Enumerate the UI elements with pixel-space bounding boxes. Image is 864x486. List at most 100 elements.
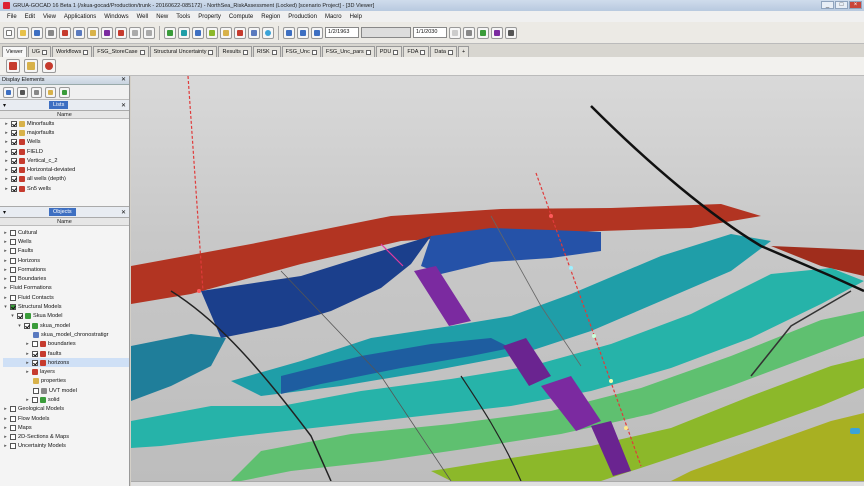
expand-icon[interactable]: ▸ xyxy=(3,295,8,301)
tab-fsg-storecase[interactable]: FSG_StoreCase xyxy=(93,46,149,57)
lists-menu-icon[interactable]: ▾ xyxy=(3,102,6,109)
list-item[interactable]: ▸ all wells (depth) xyxy=(4,175,129,184)
tree-item-wells[interactable]: ▸ Wells xyxy=(3,237,129,246)
tab-checkbox[interactable] xyxy=(393,49,399,55)
menu-well[interactable]: Well xyxy=(133,14,153,20)
tab-pdu[interactable]: PDU xyxy=(375,46,403,57)
checkbox[interactable] xyxy=(10,294,16,301)
expand-icon[interactable]: ▸ xyxy=(3,258,8,264)
checkbox[interactable] xyxy=(10,248,16,255)
collapse-icon[interactable]: ▾ xyxy=(10,313,15,319)
expand-icon[interactable]: ▸ xyxy=(4,139,9,145)
menu-macro[interactable]: Macro xyxy=(321,14,346,20)
list-item[interactable]: ▸ Vertical_c_2 xyxy=(4,156,129,165)
expand-icon[interactable]: ▸ xyxy=(3,425,8,431)
close-button[interactable]: × xyxy=(849,1,862,9)
copy-icon[interactable] xyxy=(73,26,85,39)
viewer-mode-icon[interactable] xyxy=(6,59,20,73)
well-icon[interactable] xyxy=(234,26,246,39)
tab-checkbox[interactable] xyxy=(447,49,453,55)
pointer-icon[interactable] xyxy=(24,59,38,73)
3d-scene[interactable] xyxy=(131,76,864,481)
select-icon[interactable] xyxy=(101,26,113,39)
menu-new[interactable]: New xyxy=(152,14,172,20)
3d-viewer[interactable] xyxy=(131,76,864,481)
tab-checkbox[interactable] xyxy=(139,49,145,55)
expand-icon[interactable]: ▸ xyxy=(25,351,30,357)
menu-region[interactable]: Region xyxy=(257,14,284,20)
expand-icon[interactable]: ▸ xyxy=(3,248,8,254)
checkbox[interactable] xyxy=(10,229,16,236)
checkbox[interactable] xyxy=(32,341,38,348)
volume-icon[interactable] xyxy=(220,26,232,39)
tab-checkbox[interactable] xyxy=(420,49,426,55)
close-icon[interactable]: ✕ xyxy=(121,209,126,216)
save-icon[interactable] xyxy=(31,26,43,39)
tab-checkbox[interactable] xyxy=(83,49,89,55)
video-icon[interactable] xyxy=(491,26,503,39)
checkbox[interactable] xyxy=(32,396,38,403)
lists-column-header[interactable]: Name xyxy=(0,111,129,119)
surface-icon[interactable] xyxy=(192,26,204,39)
checkbox[interactable] xyxy=(11,167,17,174)
date-start-field[interactable]: 1/2/1963 xyxy=(325,27,359,38)
grid-icon[interactable] xyxy=(206,26,218,39)
checkbox[interactable] xyxy=(10,406,16,413)
tab-fsg-unc[interactable]: FSG_Unc xyxy=(281,46,321,57)
camera-icon[interactable] xyxy=(31,86,42,98)
play-icon[interactable] xyxy=(297,26,309,39)
cut-icon[interactable] xyxy=(59,26,71,39)
tree-item-boundaries-sub[interactable]: ▸ boundaries xyxy=(3,340,129,349)
expand-icon[interactable]: ▸ xyxy=(4,130,9,136)
list-item[interactable]: ▸ FIELD xyxy=(4,147,129,156)
expand-icon[interactable]: ▸ xyxy=(3,434,8,440)
layer-icon[interactable] xyxy=(3,86,14,98)
checkbox[interactable] xyxy=(10,434,16,441)
menu-file[interactable]: File xyxy=(3,14,21,20)
expand-icon[interactable]: ▸ xyxy=(3,416,8,422)
tab-structural-uncertainty[interactable]: Structural Uncertainty xyxy=(149,46,218,57)
tab-risk[interactable]: RISK xyxy=(252,46,281,57)
tree-item-formations[interactable]: ▸ Formations xyxy=(3,265,129,274)
camera-icon[interactable] xyxy=(505,26,517,39)
menu-tools[interactable]: Tools xyxy=(172,14,194,20)
tree-item-uvt-model[interactable]: UVT model xyxy=(3,386,129,395)
expand-icon[interactable]: ▸ xyxy=(3,239,8,245)
checkbox[interactable] xyxy=(32,350,38,357)
checkbox[interactable] xyxy=(10,266,16,273)
menu-help[interactable]: Help xyxy=(346,14,366,20)
tab-results[interactable]: Results xyxy=(218,46,252,57)
list-item[interactable]: ▸ Sn5 wells xyxy=(4,184,129,193)
checkbox[interactable] xyxy=(24,322,30,329)
globe-icon[interactable] xyxy=(262,26,274,39)
checkbox[interactable] xyxy=(11,129,17,136)
tab-checkbox[interactable] xyxy=(311,49,317,55)
palette-icon[interactable] xyxy=(45,86,56,98)
expand-icon[interactable]: ▸ xyxy=(4,167,9,173)
objects-menu-icon[interactable]: ▾ xyxy=(3,209,6,216)
expand-icon[interactable]: ▸ xyxy=(25,397,30,403)
tree-item-geological-models[interactable]: ▸ Geological Models xyxy=(3,405,129,414)
checkbox[interactable] xyxy=(11,148,17,155)
checkbox[interactable] xyxy=(10,424,16,431)
tree-item-fluid-contacts[interactable]: ▸ Fluid Contacts xyxy=(3,293,129,302)
checkbox[interactable] xyxy=(10,276,16,283)
menu-windows[interactable]: Windows xyxy=(100,14,132,20)
expand-icon[interactable]: ▸ xyxy=(4,186,9,192)
menu-edit[interactable]: Edit xyxy=(21,14,39,20)
expand-icon[interactable]: ▸ xyxy=(3,285,8,291)
time-slider[interactable] xyxy=(361,27,411,38)
tree-item-cultural[interactable]: ▸ Cultural xyxy=(3,228,129,237)
tab-ug[interactable]: UG xyxy=(27,46,51,57)
curve-icon[interactable] xyxy=(178,26,190,39)
collapse-icon[interactable]: ▾ xyxy=(17,323,22,329)
list-item[interactable]: ▸ Wells xyxy=(4,138,129,147)
checkbox[interactable] xyxy=(33,387,39,394)
checkbox[interactable] xyxy=(11,120,17,127)
collapse-icon[interactable]: ▾ xyxy=(3,304,8,310)
expand-icon[interactable]: ▸ xyxy=(25,341,30,347)
tree-item-sections-maps[interactable]: ▸ 2D-Sections & Maps xyxy=(3,433,129,442)
tab-fsg-unc-pars[interactable]: FSG_Unc_pars xyxy=(321,46,375,57)
paste-icon[interactable] xyxy=(87,26,99,39)
print-icon[interactable] xyxy=(45,26,57,39)
